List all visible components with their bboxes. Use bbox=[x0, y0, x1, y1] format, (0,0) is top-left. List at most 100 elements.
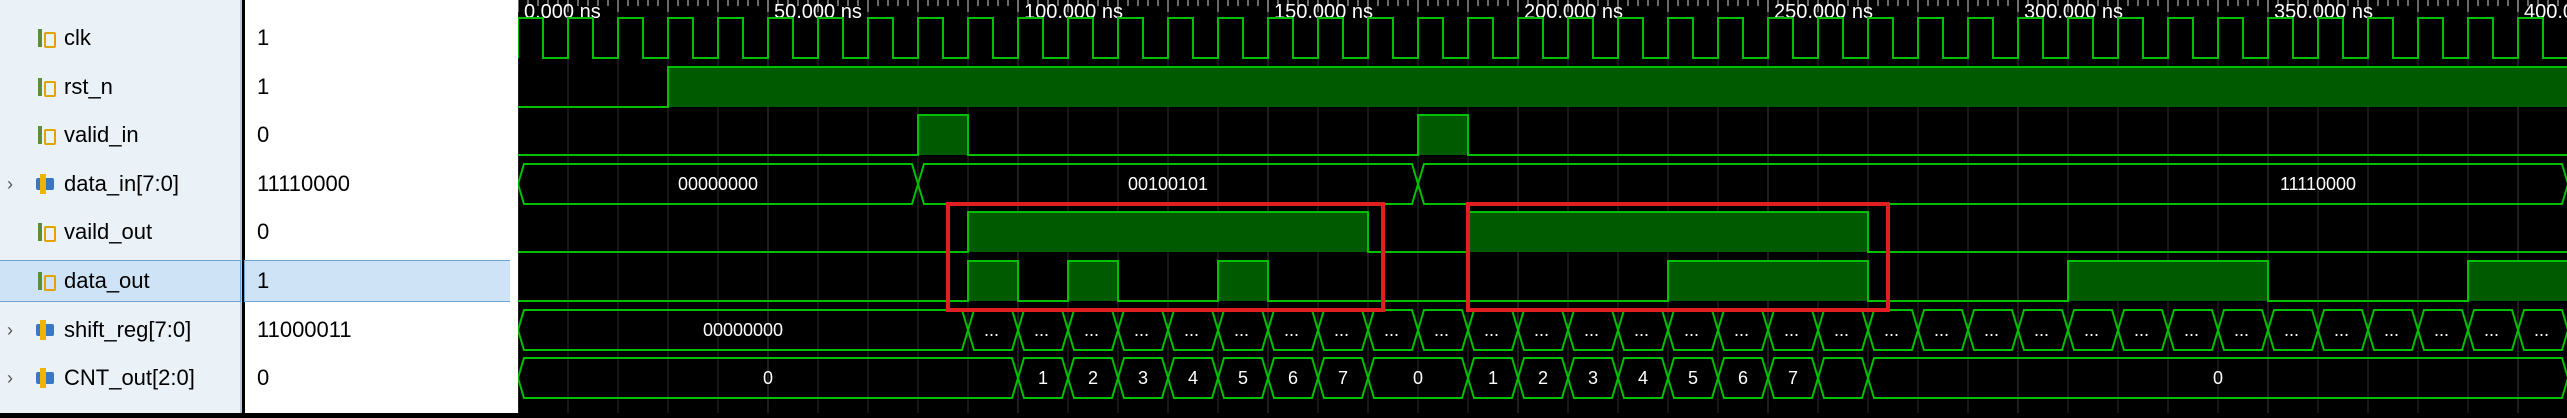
high-fill bbox=[1468, 212, 1868, 252]
bus-signal-icon bbox=[34, 366, 58, 390]
bus-value-label: 5 bbox=[1238, 368, 1248, 388]
waveform-area[interactable]: 0.000 ns 50.000 ns 100.000 ns 150.000 ns… bbox=[516, 0, 2567, 413]
bit-signal-icon bbox=[34, 123, 58, 147]
signal-row-clk[interactable]: clk bbox=[0, 18, 240, 58]
bus-value-label: 00000000 bbox=[703, 320, 783, 340]
bus-value-label: ... bbox=[1034, 320, 1049, 340]
signal-row-shift_reg[interactable]: › shift_reg[7:0] bbox=[0, 310, 240, 350]
bus-value-label: ... bbox=[1134, 320, 1149, 340]
signal-row-valid_in[interactable]: valid_in bbox=[0, 115, 240, 155]
bit-signal-icon bbox=[34, 75, 58, 99]
signal-row-vaild_out[interactable]: vaild_out bbox=[0, 212, 240, 252]
value-text: 1 bbox=[257, 268, 270, 293]
ruler-label: 250.000 ns bbox=[1774, 1, 1873, 23]
value-text: 0 bbox=[257, 122, 270, 147]
signal-value-valid_in: 0 bbox=[245, 115, 510, 155]
ruler-label: 350.000 ns bbox=[2274, 1, 2373, 23]
bus-value-label: ... bbox=[1484, 320, 1499, 340]
chevron-right-icon[interactable]: › bbox=[0, 174, 20, 195]
bus-value-label: 6 bbox=[1288, 368, 1298, 388]
bus-value-label: 0 bbox=[2213, 368, 2223, 388]
bus-value-label: ... bbox=[1834, 320, 1849, 340]
signal-row-rst_n[interactable]: rst_n bbox=[0, 67, 240, 107]
bus-value-label: ... bbox=[1984, 320, 1999, 340]
high-fill bbox=[1418, 115, 1468, 155]
signal-row-data_in[interactable]: › data_in[7:0] bbox=[0, 164, 240, 204]
bus-value-label: ... bbox=[1384, 320, 1399, 340]
signal-name: data_in[7:0] bbox=[64, 171, 179, 196]
signal-waves: ........................................… bbox=[516, 17, 2567, 399]
time-ruler: 0.000 ns 50.000 ns 100.000 ns 150.000 ns… bbox=[524, 1, 2567, 23]
bus-value-label: 3 bbox=[1138, 368, 1148, 388]
bus-value-label: ... bbox=[2034, 320, 2049, 340]
high-fill bbox=[668, 67, 2567, 107]
bus-value-label: 0 bbox=[763, 368, 773, 388]
chevron-right-icon[interactable]: › bbox=[0, 320, 20, 341]
bus-value-label: ... bbox=[1434, 320, 1449, 340]
bus-value-label: 11110000 bbox=[2280, 174, 2356, 194]
bus-value-label: ... bbox=[1934, 320, 1949, 340]
bus-value-label: ... bbox=[1184, 320, 1199, 340]
signal-name: shift_reg[7:0] bbox=[64, 317, 192, 342]
bus-value-label: 7 bbox=[1338, 368, 1348, 388]
bus-segment bbox=[1416, 163, 2567, 205]
value-text: 1 bbox=[257, 74, 270, 99]
high-fill bbox=[1068, 261, 1118, 301]
bus-signal-icon bbox=[34, 318, 58, 342]
bus-value-label: ... bbox=[2134, 320, 2149, 340]
bus-value-label: 4 bbox=[1638, 368, 1648, 388]
value-text: 0 bbox=[257, 365, 270, 390]
ruler-label: 150.000 ns bbox=[1274, 1, 1373, 23]
signal-value-rst_n: 1 bbox=[245, 67, 510, 107]
bus-value-label: ... bbox=[1634, 320, 1649, 340]
ruler-label: 200.000 ns bbox=[1524, 1, 1623, 23]
bus-value-label: ... bbox=[1534, 320, 1549, 340]
bus-value-label: 3 bbox=[1588, 368, 1598, 388]
bus-segment bbox=[1816, 357, 1870, 399]
bit-signal-icon bbox=[34, 269, 58, 293]
signal-name: CNT_out[2:0] bbox=[64, 365, 195, 390]
high-fill bbox=[2468, 261, 2567, 301]
signal-row-data_out[interactable]: data_out bbox=[0, 260, 241, 302]
bus-value-label: ... bbox=[2534, 320, 2549, 340]
bus-value-label: 1 bbox=[1038, 368, 1048, 388]
waveform-svg: 0.000 ns 50.000 ns 100.000 ns 150.000 ns… bbox=[516, 0, 2567, 413]
high-fill bbox=[968, 212, 1368, 252]
signal-name: clk bbox=[64, 25, 91, 50]
signal-value-data_out: 1 bbox=[244, 260, 511, 302]
bus-value-label: 2 bbox=[1538, 368, 1548, 388]
bus-value-label: ... bbox=[1884, 320, 1899, 340]
chevron-right-icon[interactable]: › bbox=[0, 368, 20, 389]
panel-splitter[interactable] bbox=[510, 0, 518, 413]
signal-value-panel: 1 1 0 11110000 0 1 11000011 0 bbox=[244, 0, 512, 413]
bus-value-label: ... bbox=[1084, 320, 1099, 340]
signal-name-panel: clk rst_n valid_in › data_in[7:0] vaild_… bbox=[0, 0, 242, 413]
bus-value-label: 6 bbox=[1738, 368, 1748, 388]
waveform-viewer: clk rst_n valid_in › data_in[7:0] vaild_… bbox=[0, 0, 2567, 413]
bus-value-label: ... bbox=[1284, 320, 1299, 340]
bus-value-label: ... bbox=[2184, 320, 2199, 340]
signal-row-CNT_out[interactable]: › CNT_out[2:0] bbox=[0, 358, 240, 398]
bit-wave bbox=[518, 114, 2567, 156]
bus-value-label: 0 bbox=[1413, 368, 1423, 388]
value-text: 11110000 bbox=[257, 171, 350, 196]
bus-value-label: ... bbox=[1234, 320, 1249, 340]
bus-value-label: ... bbox=[2384, 320, 2399, 340]
signal-value-vaild_out: 0 bbox=[245, 212, 510, 252]
signal-value-clk: 1 bbox=[245, 18, 510, 58]
signal-value-CNT_out: 0 bbox=[245, 358, 510, 398]
bus-value-label: 2 bbox=[1088, 368, 1098, 388]
signal-name: valid_in bbox=[64, 122, 139, 147]
bus-value-label: ... bbox=[2484, 320, 2499, 340]
bus-value-label: 4 bbox=[1188, 368, 1198, 388]
ruler-label: 0.000 ns bbox=[524, 1, 601, 23]
value-text: 1 bbox=[257, 25, 270, 50]
bus-value-label: ... bbox=[1734, 320, 1749, 340]
bus-value-label: 00100101 bbox=[1128, 174, 1208, 194]
ruler-label: 100.000 ns bbox=[1024, 1, 1123, 23]
bus-value-label: ... bbox=[2284, 320, 2299, 340]
signal-name: vaild_out bbox=[64, 219, 153, 244]
ruler-label: 400.0 bbox=[2524, 1, 2567, 23]
clock-wave bbox=[517, 17, 2567, 59]
high-fill bbox=[2068, 261, 2268, 301]
